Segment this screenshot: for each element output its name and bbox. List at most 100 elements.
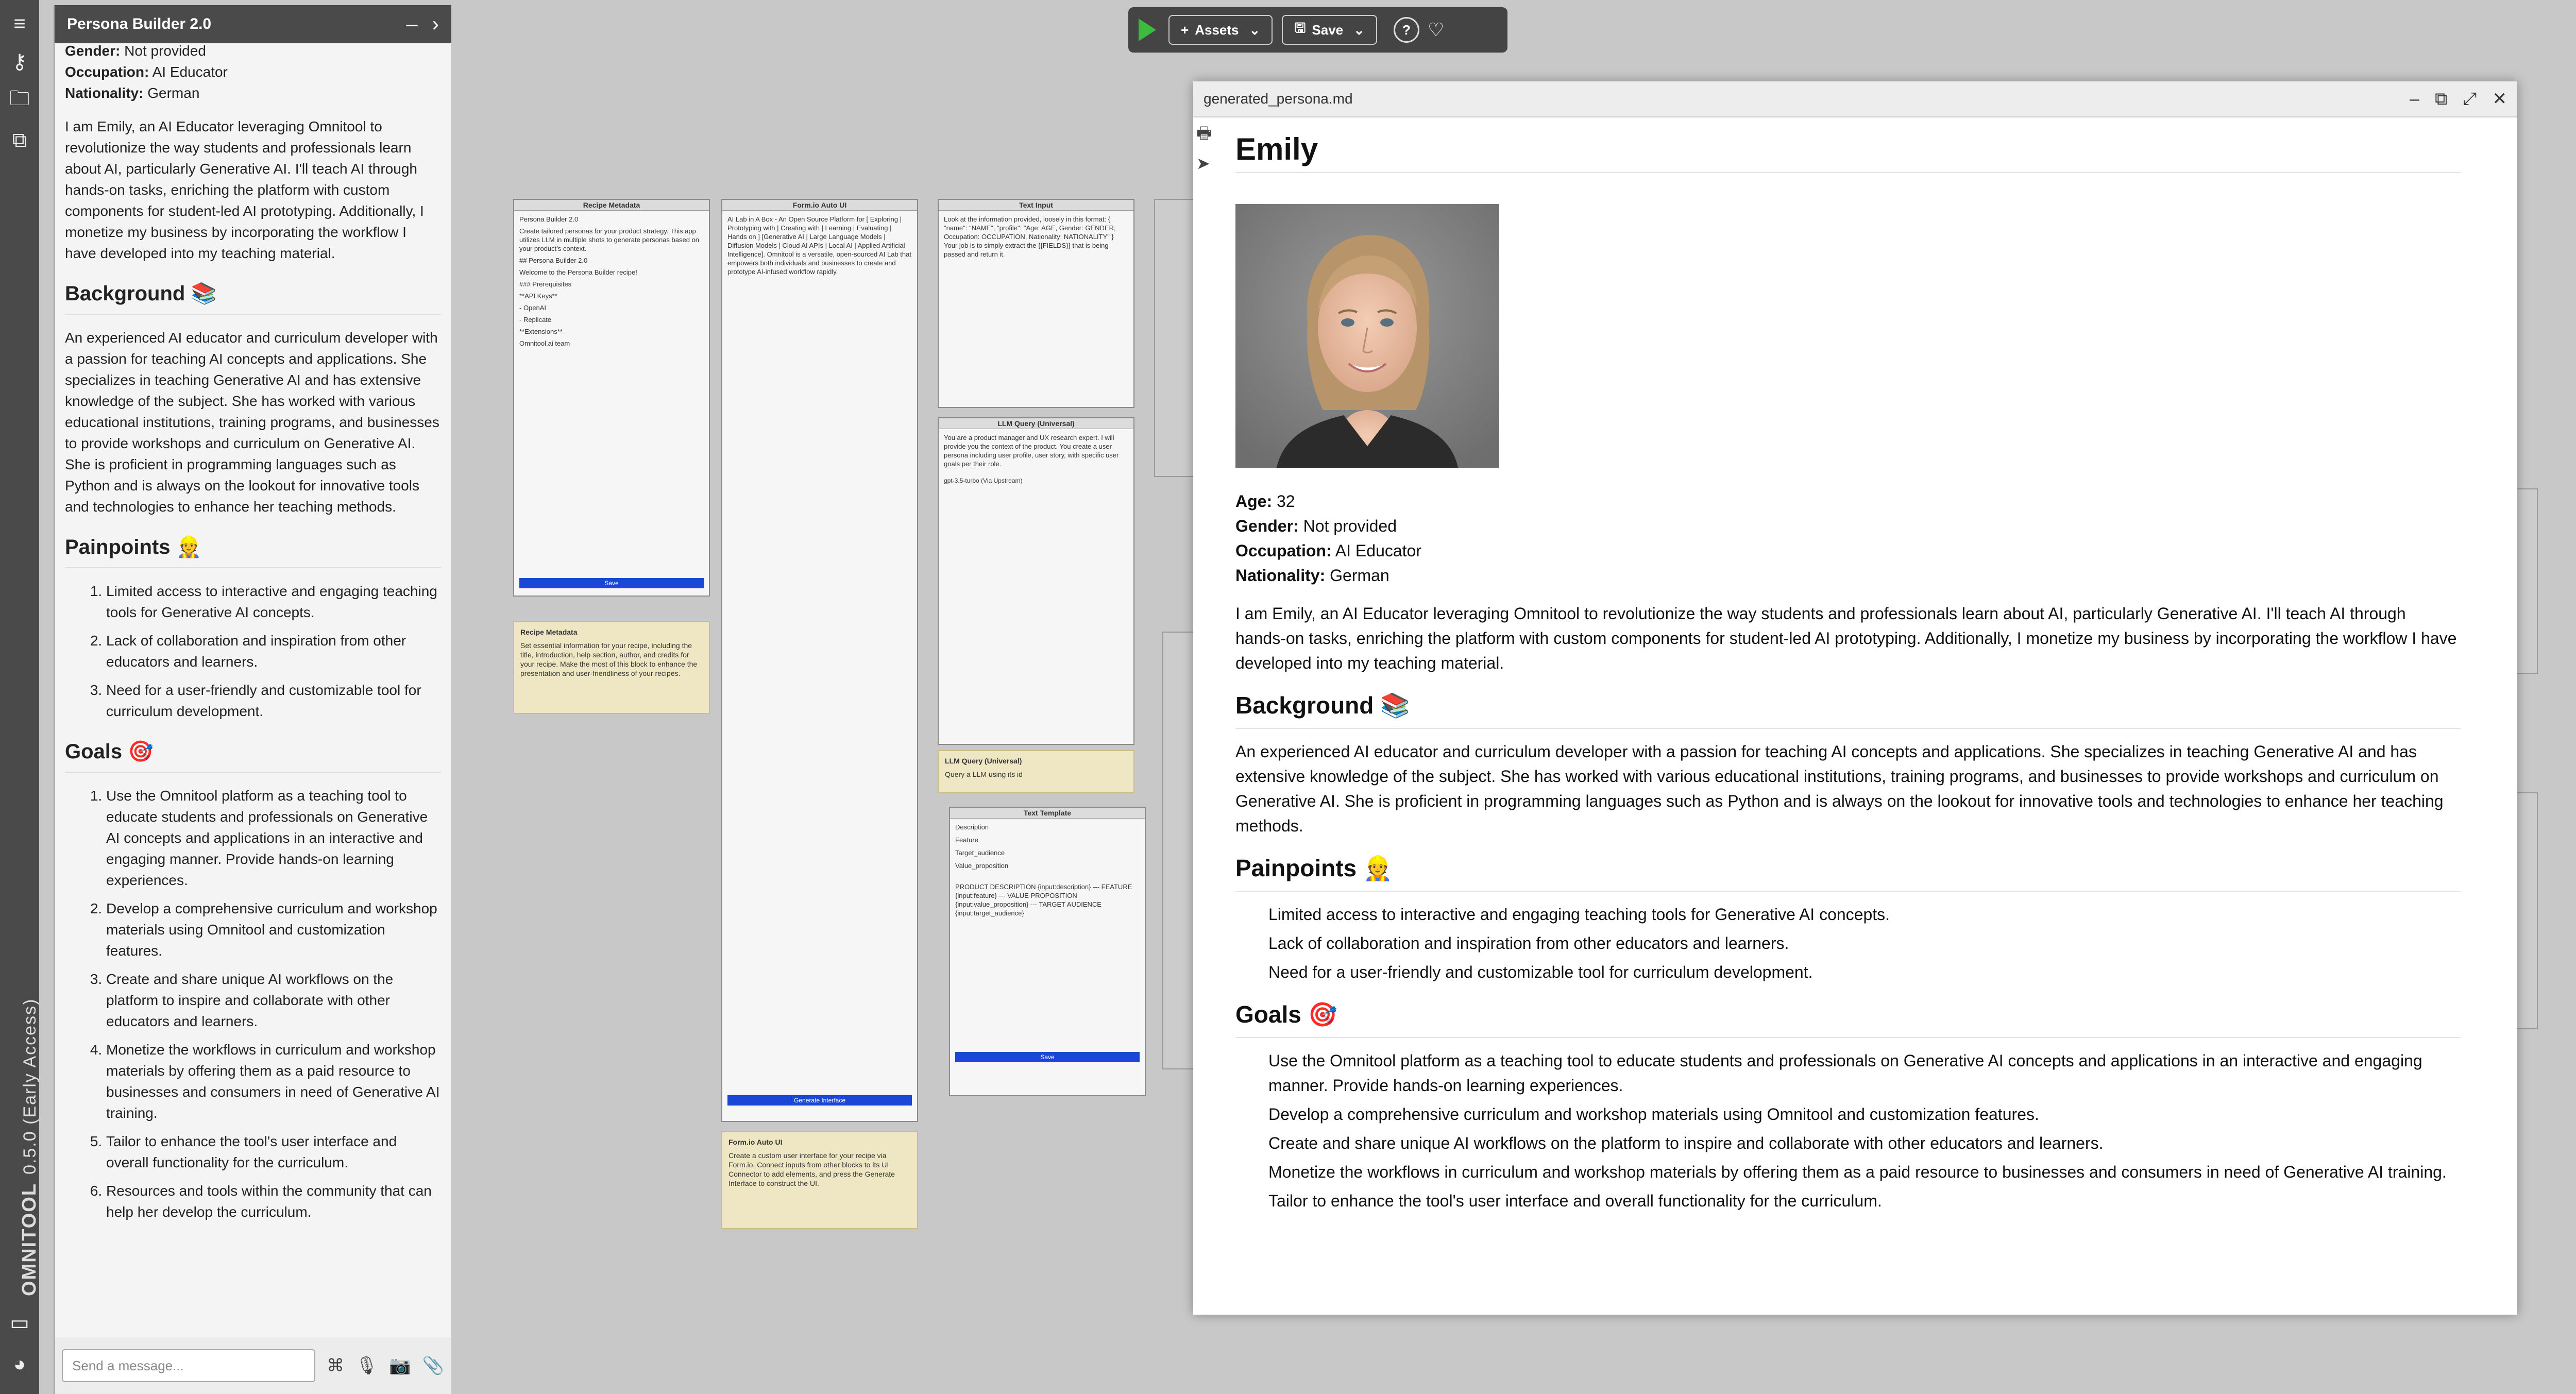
chat-goals-list: Use the Omnitool platform as a teaching … (65, 785, 441, 1222)
persona-intro: I am Emily, an AI Educator leveraging Om… (1235, 604, 2457, 672)
persona-fact-row: Nationality: German (1235, 563, 2461, 588)
recipe-toolbar: + Assets ⌄ 🖫 Save ⌄ ? ♡ (1128, 7, 1507, 53)
discord-icon[interactable]: ◕ (5, 1350, 34, 1379)
chat-input-bar: Send a message... ⌘ 🎙 📷 📎 (55, 1337, 451, 1394)
persona-fact-value: AI Educator (1335, 541, 1421, 560)
recipe-metadata-node[interactable]: Recipe Metadata Persona Builder 2.0 Creat… (513, 199, 710, 597)
run-icon[interactable] (1139, 19, 1156, 41)
painpoint-item: Limited access to interactive and engagi… (1268, 905, 1890, 924)
hidden-node (2516, 488, 2538, 674)
form-auto-ui-node[interactable]: Form.io Auto UI AI Lab in A Box - An Ope… (721, 199, 918, 1122)
recipe-save-button[interactable]: Save (519, 578, 704, 588)
chat-fact-value: German (147, 85, 200, 101)
microphone-icon[interactable]: 🎙 (355, 1355, 378, 1376)
persona-portrait (1235, 204, 1499, 468)
minimize-icon[interactable]: – (2410, 89, 2419, 109)
chat-fact-label: Nationality: (65, 85, 144, 101)
chat-background: An experienced AI educator and curriculu… (65, 330, 439, 515)
text-input-node[interactable]: Text Input Look at the information provi… (938, 199, 1134, 408)
save-button[interactable]: 🖫 Save ⌄ (1282, 15, 1377, 45)
restore-icon[interactable]: ⧉ (2435, 89, 2447, 109)
extensions-icon[interactable]: ⧉ (5, 126, 34, 155)
goals-heading: Goals 🎯 (1235, 1002, 2461, 1038)
node-title: LLM Query (Universal) (939, 418, 1133, 429)
template-fields: Description Feature Target_audience Value_p… (950, 819, 1145, 878)
llm-model[interactable]: gpt-3.5-turbo (Via Upstream) (939, 472, 1133, 489)
goal-item: Develop a comprehensive curriculum and w… (1268, 1105, 2039, 1124)
note-text: Create a custom user interface for your … (728, 1151, 895, 1187)
chat-intro: I am Emily, an AI Educator leveraging Om… (65, 118, 424, 261)
chat-messages: Gender: Not provided Occupation: AI Educa… (55, 43, 451, 1337)
document-side-tools: 🖶 ➤ (1196, 122, 1217, 173)
chat-painpoints-heading: Painpoints 👷 (65, 537, 441, 568)
background-heading: Background 📚 (1235, 693, 2461, 729)
painpoint-item: Need for a user-friendly and customizabl… (106, 679, 441, 722)
note-text: Set essential information for your recip… (520, 641, 698, 677)
note-title: Form.io Auto UI (728, 1138, 783, 1146)
painpoint-item: Need for a user-friendly and customizabl… (1268, 963, 1813, 981)
goal-item: Use the Omnitool platform as a teaching … (106, 785, 441, 891)
send-icon[interactable]: ➤ (1196, 154, 1217, 173)
close-icon[interactable]: ✕ (2493, 89, 2507, 109)
chat-fact-row: Occupation: AI Educator (65, 61, 441, 82)
node-title: Text Input (939, 200, 1133, 211)
menu-icon[interactable]: ≡ (5, 9, 34, 38)
persona-fact-row: Gender: Not provided (1235, 514, 2461, 538)
document-window: generated_persona.md – ⧉ ⤢ ✕ 🖶 ➤ Emily A… (1193, 81, 2517, 1315)
minimize-icon[interactable]: – (406, 13, 417, 36)
painpoint-item: Lack of collaboration and inspiration fr… (1268, 934, 1789, 953)
chevron-right-icon[interactable]: › (432, 13, 439, 36)
llm-prompt-text: You are a product manager and UX researc… (944, 434, 1119, 468)
favorite-icon[interactable]: ♡ (1428, 19, 1444, 41)
app-brand: OMNITOOL 0.5.0 (Early Access) (3, 998, 40, 1296)
persona-fact-label: Nationality: (1235, 566, 1326, 585)
persona-fact-value: Not provided (1303, 517, 1397, 535)
recipe-line: Persona Builder 2.0 (519, 215, 579, 223)
background-text: An experienced AI educator and curriculu… (1235, 742, 2444, 835)
folder-icon[interactable]: 🗀 (5, 87, 34, 115)
note-title: LLM Query (Universal) (945, 757, 1022, 765)
chat-fact-label: Gender: (65, 43, 121, 59)
key-icon[interactable]: ⚷ (5, 47, 34, 76)
chat-fact-row: Nationality: German (65, 82, 441, 104)
goal-item: Monetize the workflows in curriculum and… (1268, 1163, 2447, 1181)
chat-background-heading: Background 📚 (65, 283, 441, 315)
recipe-line: - OpenAI (519, 304, 547, 312)
template-text[interactable]: PRODUCT DESCRIPTION {input:description} … (950, 878, 1145, 922)
assets-button[interactable]: + Assets ⌄ (1168, 15, 1273, 45)
persona-facts: Age: 32 Gender: Not provided Occupation: A… (1235, 489, 2461, 588)
hidden-node (2516, 792, 2538, 1029)
generate-interface-button[interactable]: Generate Interface (727, 1095, 912, 1106)
persona-name: Emily (1235, 134, 2461, 173)
template-save-button[interactable]: Save (955, 1052, 1140, 1062)
persona-fact-label: Gender: (1235, 517, 1299, 535)
goal-item: Resources and tools within the community… (106, 1180, 441, 1222)
text-input-body: Look at the information provided, loosel… (944, 215, 1116, 258)
form-text: AI Lab in A Box - An Open Source Platfor… (727, 215, 911, 276)
text-template-node[interactable]: Text Template Description Feature Target_a… (949, 807, 1146, 1096)
goal-item: Create and share unique AI workflows on … (106, 968, 441, 1032)
print-icon[interactable]: 🖶 (1196, 122, 1217, 149)
chat-panel: Persona Builder 2.0 – › Gender: Not prov… (54, 5, 451, 1394)
chat-goals-heading: Goals 🎯 (65, 741, 441, 773)
llm-query-node[interactable]: LLM Query (Universal) You are a product … (938, 417, 1134, 745)
help-icon[interactable]: ? (1393, 17, 1419, 43)
template-field: Feature (955, 836, 978, 844)
recipe-line: - Replicate (519, 316, 552, 324)
attach-icon[interactable]: 📎 (422, 1355, 444, 1376)
command-icon[interactable]: ⌘ (327, 1355, 344, 1376)
note-title: Recipe Metadata (520, 628, 578, 636)
recipe-metadata-note: Recipe Metadata Set essential informatio… (513, 621, 710, 714)
message-input[interactable]: Send a message... (62, 1349, 316, 1382)
recipe-line: **API Keys** (519, 292, 557, 300)
camera-icon[interactable]: 📷 (389, 1355, 411, 1376)
chat-fact-label: Occupation: (65, 64, 149, 80)
recipe-line: **Extensions** (519, 328, 563, 335)
chat-fact-value: Not provided (124, 43, 206, 59)
maximize-icon[interactable]: ⤢ (2463, 89, 2477, 109)
app-version: 0.5.0 (Early Access) (20, 998, 40, 1175)
form-auto-ui-note: Form.io Auto UI Create a custom user int… (721, 1131, 918, 1229)
save-icon: 🖫 (1294, 20, 1306, 36)
template-field: Description (955, 823, 989, 831)
chat-icon[interactable]: ▭ (5, 1308, 34, 1337)
